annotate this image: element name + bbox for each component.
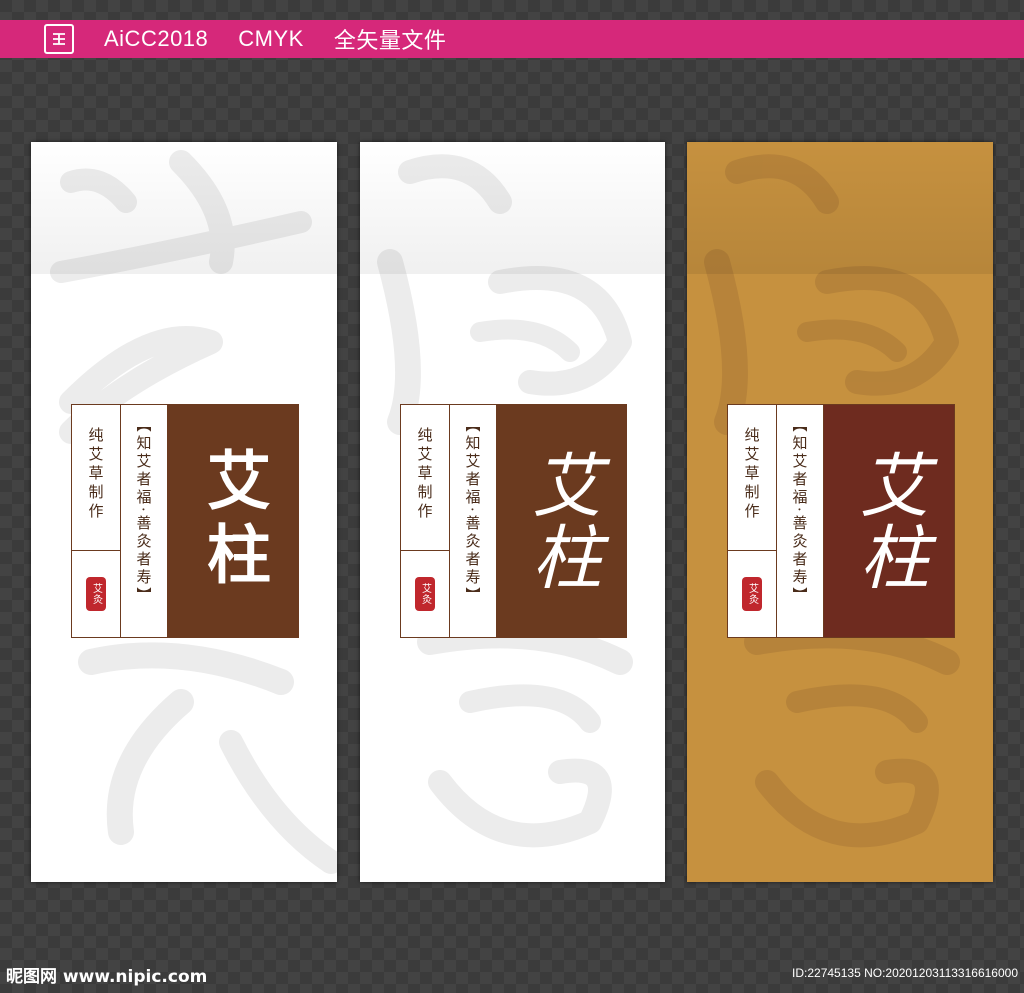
design-panel-3: 纯艾草制作 艾灸 【知艾者福·善灸者寿】 艾柱 <box>687 142 993 882</box>
design-panel-1: 纯艾草制作 艾灸 【知艾者福·善灸者寿】 艾柱 <box>31 142 337 882</box>
design-panel-2: 纯艾草制作 艾灸 【知艾者福·善灸者寿】 艾柱 <box>360 142 665 882</box>
brand-area: 艾柱 <box>497 405 626 637</box>
seal-text: 艾灸 <box>90 583 102 605</box>
motto-text: 【知艾者福·善灸者寿】 <box>790 417 809 605</box>
seal-stamp: 艾灸 <box>742 577 762 611</box>
product-label: 纯艾草制作 艾灸 【知艾者福·善灸者寿】 艾柱 <box>400 404 627 638</box>
label-left-column: 纯艾草制作 艾灸 <box>728 405 777 637</box>
seal-stamp: 艾灸 <box>86 577 106 611</box>
seal-text: 艾灸 <box>419 583 431 605</box>
side-text: 纯艾草制作 <box>415 427 434 522</box>
brand-name: 艾柱 <box>520 449 603 593</box>
seal-area: 艾灸 <box>401 550 449 637</box>
brand-area: 艾柱 <box>824 405 954 637</box>
header-bar: AiCC2018 CMYK 全矢量文件 <box>0 20 1024 58</box>
product-label: 纯艾草制作 艾灸 【知艾者福·善灸者寿】 艾柱 <box>71 404 299 638</box>
color-mode: CMYK <box>238 26 304 51</box>
top-shading <box>687 142 993 274</box>
seal-text: 艾灸 <box>746 583 758 605</box>
label-left-column: 纯艾草制作 艾灸 <box>401 405 450 637</box>
image-id: ID:22745135 NO:20201203113316616000 <box>792 966 1018 980</box>
top-shading <box>360 142 665 274</box>
seal-area: 艾灸 <box>728 550 776 637</box>
label-motto-column: 【知艾者福·善灸者寿】 <box>777 405 824 637</box>
motto-text: 【知艾者福·善灸者寿】 <box>463 417 482 605</box>
side-text: 纯艾草制作 <box>86 427 105 522</box>
label-left-column: 纯艾草制作 艾灸 <box>72 405 121 637</box>
product-label: 纯艾草制作 艾灸 【知艾者福·善灸者寿】 艾柱 <box>727 404 955 638</box>
side-text: 纯艾草制作 <box>742 427 761 522</box>
top-shading <box>31 142 337 274</box>
motto-text: 【知艾者福·善灸者寿】 <box>134 417 153 605</box>
seal-area: 艾灸 <box>72 550 120 637</box>
site-watermark: 昵图网 www.nipic.com <box>6 967 208 987</box>
software-version: AiCC2018 <box>104 26 209 51</box>
label-motto-column: 【知艾者福·善灸者寿】 <box>450 405 497 637</box>
nipic-logo-icon <box>44 24 74 54</box>
seal-stamp: 艾灸 <box>415 577 435 611</box>
label-motto-column: 【知艾者福·善灸者寿】 <box>121 405 168 637</box>
brand-area: 艾柱 <box>168 405 298 637</box>
brand-name: 艾柱 <box>196 447 270 595</box>
file-note: 全矢量文件 <box>333 28 447 53</box>
brand-name: 艾柱 <box>848 449 930 593</box>
